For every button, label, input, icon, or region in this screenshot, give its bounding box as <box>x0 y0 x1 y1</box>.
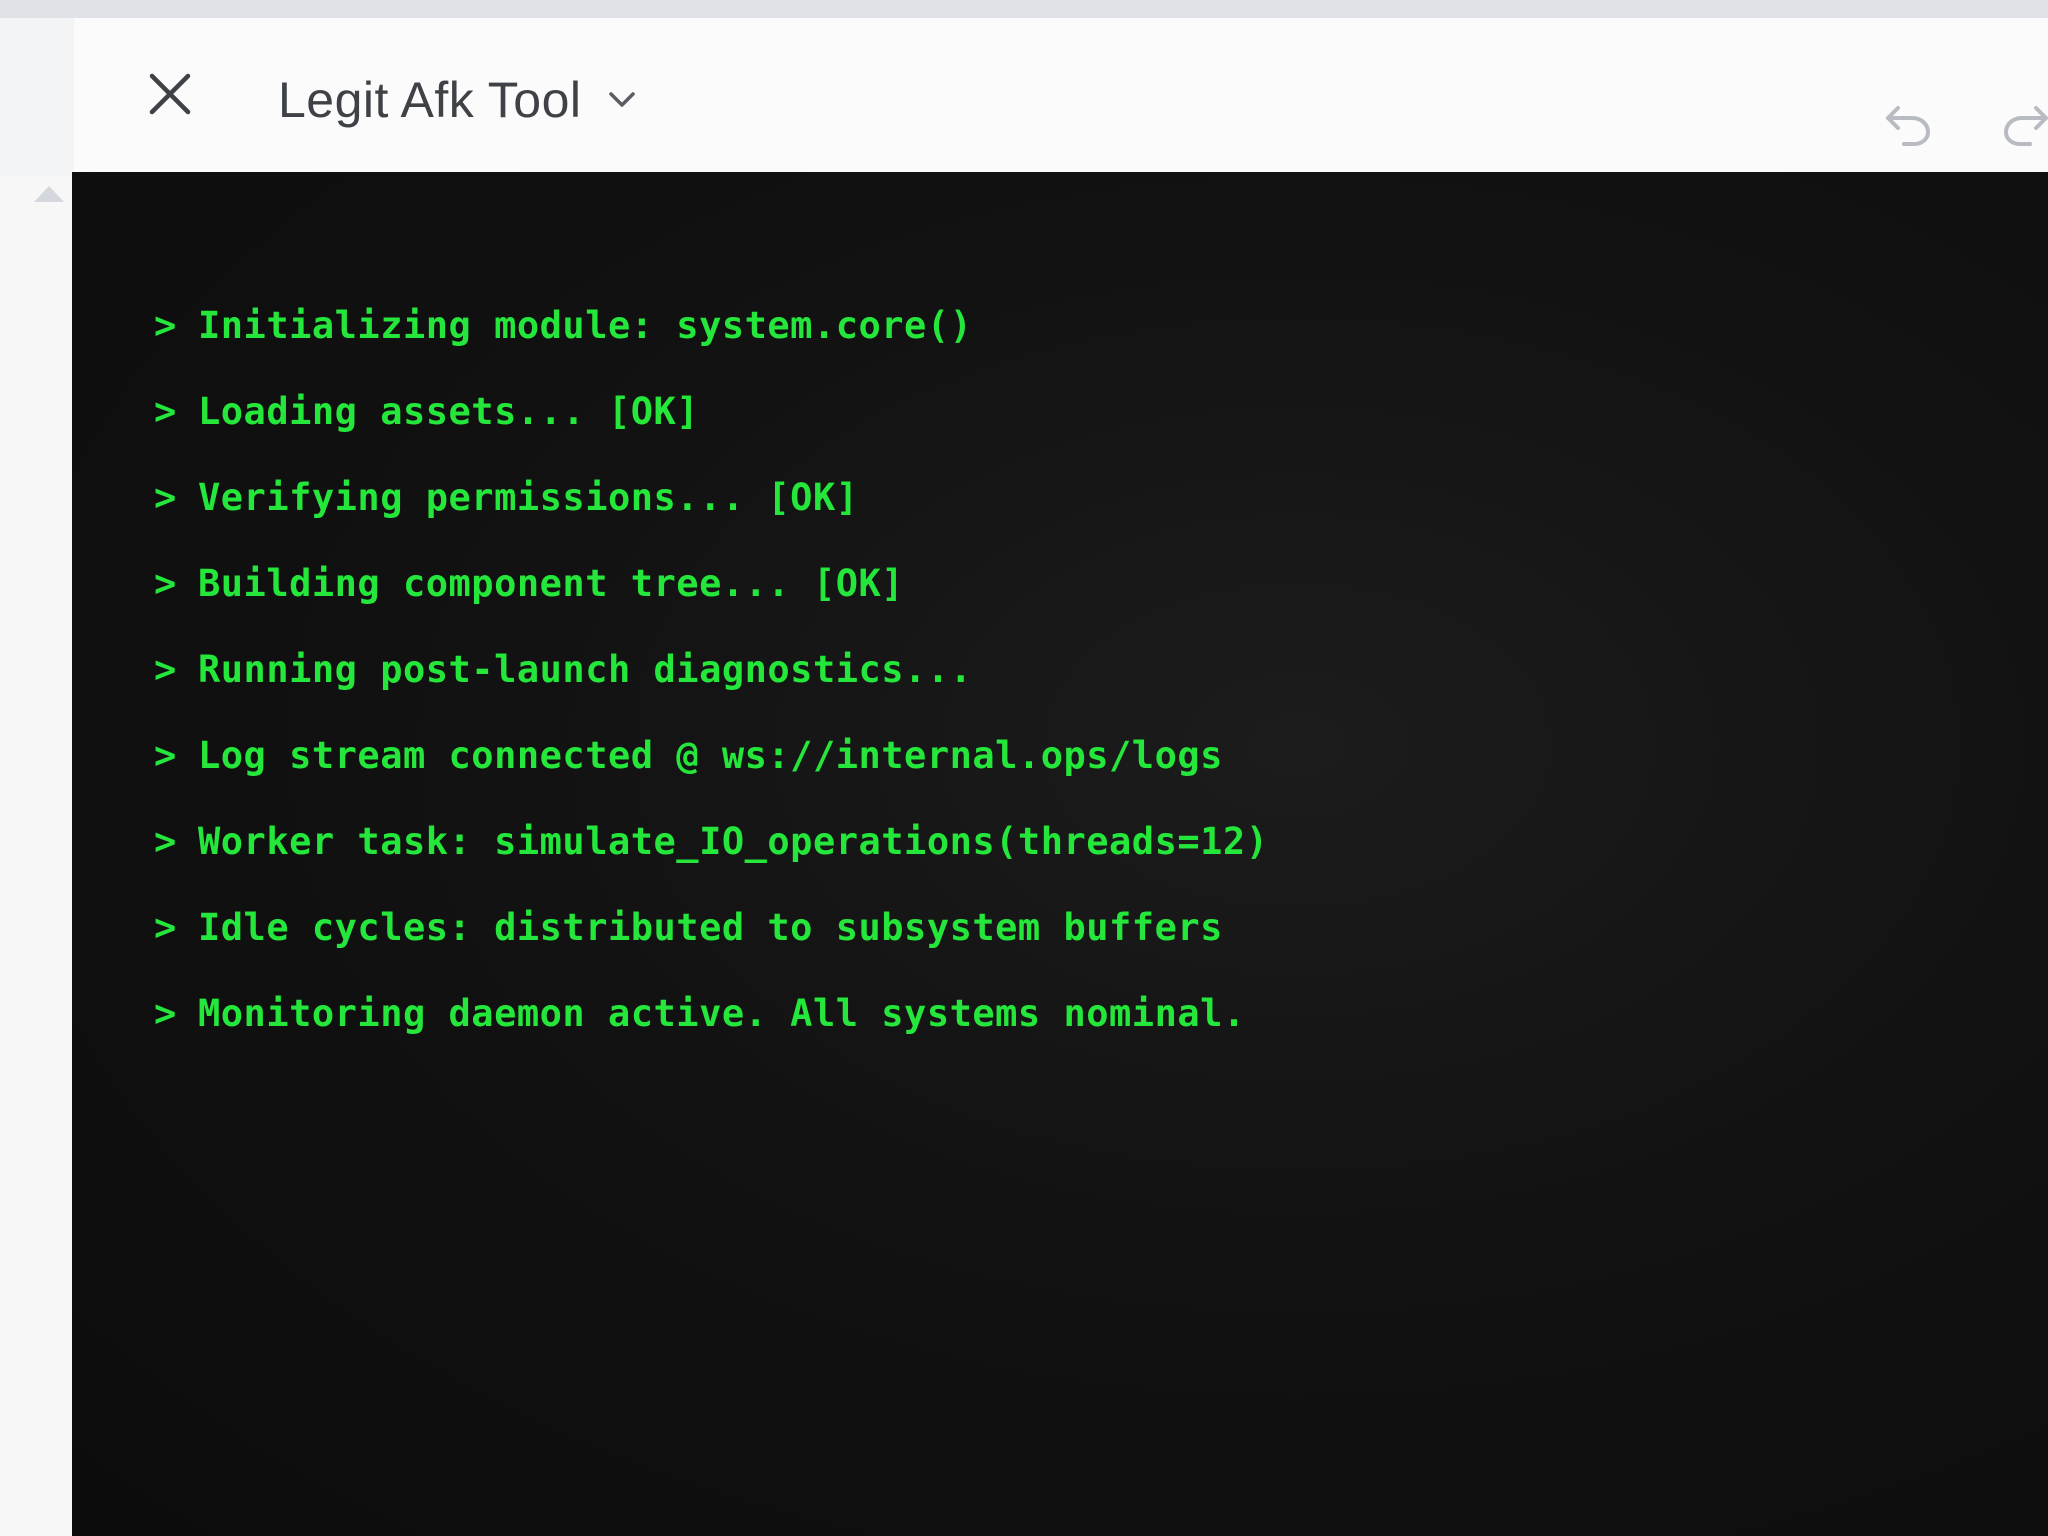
terminal-line-text: Verifying permissions... [OK] <box>198 475 859 519</box>
terminal-line: > Log stream connected @ ws://internal.op… <box>154 712 1954 798</box>
terminal-line-text: Worker task: simulate_IO_operations(thre… <box>198 819 1269 863</box>
terminal-line: > Monitoring daemon active. All systems n… <box>154 970 1954 1056</box>
close-icon <box>149 73 191 115</box>
title-group: Legit Afk Tool <box>278 64 640 136</box>
terminal-output: > Initializing module: system.core() > Loa… <box>154 282 1954 1056</box>
prompt-symbol: > <box>154 475 177 519</box>
terminal-line: > Building component tree... [OK] <box>154 540 1954 626</box>
chevron-down-icon <box>608 92 635 107</box>
app-window: Legit Afk Tool > Initializing module: sys… <box>0 0 2048 1536</box>
terminal-line-text: Loading assets... [OK] <box>198 389 700 433</box>
terminal-line: > Idle cycles: distributed to subsystem b… <box>154 884 1954 970</box>
redo-button[interactable] <box>1996 94 2048 154</box>
terminal-line: > Verifying permissions... [OK] <box>154 454 1954 540</box>
prompt-symbol: > <box>154 733 177 777</box>
prompt-symbol: > <box>154 389 177 433</box>
prompt-symbol: > <box>154 647 177 691</box>
scroll-up-icon[interactable] <box>34 186 64 202</box>
terminal-panel[interactable]: > Initializing module: system.core() > Loa… <box>72 172 2048 1536</box>
redo-icon <box>2003 106 2048 146</box>
terminal-line: > Initializing module: system.core() <box>154 282 1954 368</box>
undo-icon <box>1886 106 1931 146</box>
prompt-symbol: > <box>154 303 177 347</box>
terminal-line: > Running post-launch diagnostics... <box>154 626 1954 712</box>
prompt-symbol: > <box>154 905 177 949</box>
terminal-line: > Worker task: simulate_IO_operations(thr… <box>154 798 1954 884</box>
terminal-line: > Loading assets... [OK] <box>154 368 1954 454</box>
terminal-line-text: Log stream connected @ ws://internal.ops… <box>198 733 1223 777</box>
left-gutter <box>0 176 72 1536</box>
prompt-symbol: > <box>154 819 177 863</box>
terminal-line-text: Running post-launch diagnostics... <box>198 647 973 691</box>
close-button[interactable] <box>140 64 200 124</box>
prompt-symbol: > <box>154 561 177 605</box>
title-dropdown-button[interactable] <box>604 82 640 118</box>
terminal-line-text: Building component tree... [OK] <box>198 561 905 605</box>
terminal-line-text: Initializing module: system.core() <box>198 303 973 347</box>
terminal-line-text: Monitoring daemon active. All systems no… <box>198 991 1246 1035</box>
top-strip <box>0 0 2048 18</box>
undo-button[interactable] <box>1878 94 1938 154</box>
prompt-symbol: > <box>154 991 177 1035</box>
terminal-line-text: Idle cycles: distributed to subsystem bu… <box>198 905 1223 949</box>
app-title: Legit Afk Tool <box>278 72 582 128</box>
